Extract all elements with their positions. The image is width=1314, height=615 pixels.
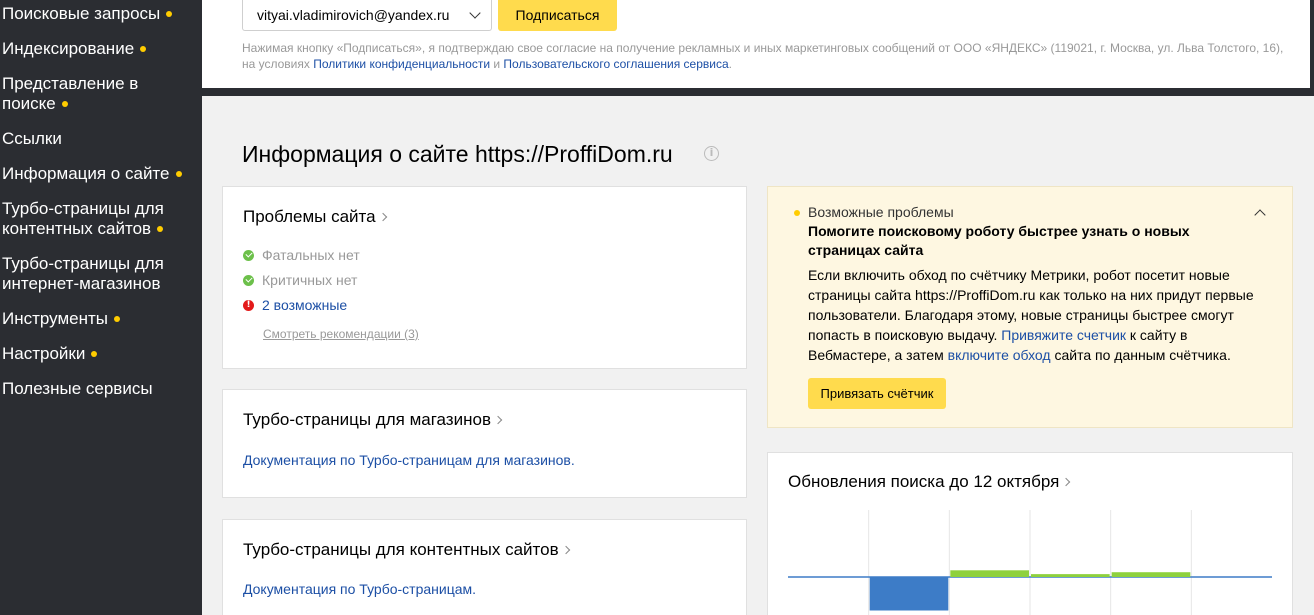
search-updates-chart [788, 510, 1272, 615]
subscribe-button[interactable]: Подписаться [498, 0, 617, 31]
turbo-content-doc-link[interactable]: Документация по Турбо-страницам. [243, 579, 476, 599]
email-value: vityai.vladimirovich@yandex.ru [257, 7, 450, 23]
enable-crawl-link[interactable]: включите обход [948, 347, 1051, 363]
fatal-status: Фатальных нет [243, 245, 360, 265]
turbo-shops-doc-link[interactable]: Документация по Турбо-страницам для мага… [243, 450, 575, 470]
chevron-right-icon [493, 415, 503, 424]
attention-dot-icon [114, 315, 121, 322]
chart-bar[interactable] [1111, 572, 1191, 577]
site-problems-title[interactable]: Проблемы сайта [243, 207, 387, 227]
notice-body: Если включить обход по счётчику Метрики,… [808, 267, 1254, 363]
attach-counter-button[interactable]: Привязать счётчик [808, 378, 946, 409]
possible-problems-notice: Возможные проблемы Помогите поисковому р… [767, 186, 1293, 428]
sidebar-item-label: Поисковые запросы [2, 4, 161, 23]
chart-bar[interactable] [869, 577, 949, 611]
sidebar-item-search-appearance[interactable]: Представление в поиске [2, 74, 152, 114]
attention-dot-icon [157, 225, 164, 232]
search-updates-title[interactable]: Обновления поиска до 12 октября [788, 472, 1071, 492]
warning-circle-icon: ! [243, 299, 254, 311]
divider [202, 88, 1314, 96]
user-agreement-link[interactable]: Пользовательского соглашения сервиса [503, 57, 728, 71]
chevron-right-icon [378, 212, 387, 221]
attention-dot-icon [166, 10, 173, 17]
sidebar-item-settings[interactable]: Настройки [2, 344, 198, 364]
critical-status: Критичных нет [243, 270, 357, 290]
attention-dot-icon [140, 45, 147, 52]
notice-kicker: Возможные проблемы [808, 204, 954, 220]
sidebar-item-turbo-content[interactable]: Турбо-страницы для контентных сайтов [2, 199, 182, 239]
sidebar-item-site-info[interactable]: Информация о сайте [2, 164, 198, 184]
attention-dot-icon [91, 350, 98, 357]
turbo-shops-card: Турбо-страницы для магазинов Документаци… [222, 389, 747, 498]
consent-text: Нажимая кнопку «Подписаться», я подтверж… [242, 41, 1284, 71]
sidebar-item-label: Полезные сервисы [2, 379, 153, 398]
chart-bar[interactable] [1031, 574, 1110, 577]
sidebar-item-useful-services[interactable]: Полезные сервисы [2, 379, 198, 399]
sidebar-item-label: Турбо-страницы для интернет-магазинов [2, 254, 164, 293]
attach-counter-link[interactable]: Привяжите счетчик [1001, 327, 1126, 343]
see-recommendations-link[interactable]: Смотреть рекомендации (3) [263, 327, 419, 341]
turbo-content-card: Турбо-страницы для контентных сайтов Док… [222, 519, 747, 615]
sidebar-item-tools[interactable]: Инструменты [2, 309, 198, 329]
sidebar-item-links[interactable]: Ссылки [2, 129, 198, 149]
check-circle-icon [243, 249, 254, 261]
sidebar-item-indexing[interactable]: Индексирование [2, 39, 198, 59]
search-updates-card: Обновления поиска до 12 октября [767, 452, 1293, 615]
chart-bar[interactable] [950, 570, 1029, 577]
sidebar-item-label: Индексирование [2, 39, 135, 58]
attention-dot-icon [794, 210, 800, 216]
sidebar-item-label: Настройки [2, 344, 86, 363]
privacy-policy-link[interactable]: Политики конфиденциальности [313, 57, 490, 71]
email-select[interactable]: vityai.vladimirovich@yandex.ru [242, 0, 492, 31]
sidebar-item-label: Информация о сайте [2, 164, 170, 183]
attention-dot-icon [175, 170, 182, 177]
turbo-content-title[interactable]: Турбо-страницы для контентных сайтов [243, 540, 570, 560]
notice-heading: Помогите поисковому роботу быстрее узнат… [808, 223, 1190, 258]
chevron-right-icon [1062, 477, 1071, 486]
check-circle-icon [243, 274, 254, 286]
sidebar-item-search-queries[interactable]: Поисковые запросы [2, 4, 198, 24]
sidebar-item-label: Инструменты [2, 309, 109, 328]
site-problems-card: Проблемы сайта Фатальных нет Критичных н… [222, 186, 747, 369]
page-title: Информация о сайте https://ProffiDom.ru [242, 141, 673, 167]
sidebar-item-label: Представление в поиске [2, 74, 139, 113]
chevron-right-icon [561, 545, 570, 554]
turbo-shops-title[interactable]: Турбо-страницы для магазинов [243, 410, 503, 430]
chevron-up-icon[interactable] [1254, 209, 1266, 221]
sidebar-item-turbo-shops[interactable]: Турбо-страницы для интернет-магазинов [2, 254, 182, 294]
possible-status: ! 2 возможные [243, 295, 347, 315]
sidebar-item-label: Ссылки [2, 129, 62, 148]
attention-dot-icon [61, 100, 68, 107]
info-icon[interactable]: i [704, 146, 719, 161]
sidebar-item-label: Турбо-страницы для контентных сайтов [2, 199, 164, 238]
possible-problems-link[interactable]: 2 возможные [262, 297, 347, 313]
sidebar: Поисковые запросы Индексирование Предста… [0, 0, 202, 615]
chevron-down-icon [469, 7, 481, 19]
